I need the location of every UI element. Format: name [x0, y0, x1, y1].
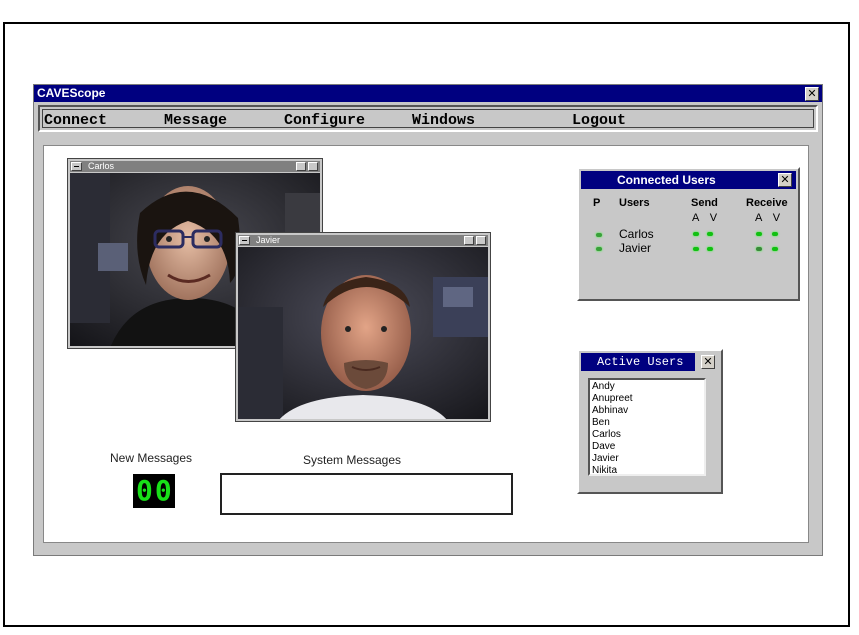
workspace: Carlos Javier Connected Users ✕ P Users … [43, 145, 809, 543]
new-messages-label: New Messages [110, 451, 193, 465]
receive-audio-led[interactable] [756, 232, 762, 236]
list-item[interactable]: Nikita [592, 465, 702, 477]
system-messages-label: System Messages [303, 453, 402, 467]
col-header-send: Send [691, 197, 718, 209]
window-titlebar[interactable]: CAVEScope [34, 85, 822, 102]
maximize-button[interactable] [476, 236, 486, 245]
maximize-button[interactable] [308, 162, 318, 171]
menu-configure[interactable]: Configure [284, 112, 365, 129]
person-image [238, 247, 488, 419]
minimize-button[interactable] [464, 236, 474, 245]
window-close-button[interactable]: ✕ [805, 87, 819, 101]
menu-logout[interactable]: Logout [572, 112, 626, 129]
receive-av-subheader: A V [755, 212, 785, 224]
connected-user-name: Javier [619, 241, 652, 255]
cavescope-window: CAVEScope ✕ Connect Message Configure Wi… [33, 84, 823, 556]
active-users-titlebar[interactable]: Active Users [581, 353, 695, 371]
menu-message[interactable]: Message [164, 112, 227, 129]
window-title: CAVEScope [37, 86, 106, 100]
connected-users-panel: Connected Users ✕ P Users Send Receive A… [577, 167, 800, 301]
connected-users-titlebar[interactable]: Connected Users [581, 171, 796, 189]
menu-bar: Connect Message Configure Windows Logout [38, 105, 818, 132]
list-item[interactable]: Andy [592, 381, 702, 393]
video-titlebar[interactable]: Carlos [70, 161, 320, 172]
connected-users-title: Connected Users [617, 173, 716, 187]
active-users-close-button[interactable]: ✕ [701, 355, 715, 369]
col-header-p: P [593, 197, 601, 209]
close-icon: ✕ [780, 173, 790, 186]
send-video-led[interactable] [707, 232, 713, 236]
video-title: Carlos [88, 161, 115, 171]
new-messages-count: 00 [136, 474, 174, 507]
send-video-led[interactable] [707, 247, 713, 251]
list-item[interactable]: Anupreet [592, 393, 702, 405]
minimize-button[interactable] [296, 162, 306, 171]
new-messages-counter[interactable]: 00 [133, 474, 175, 508]
video-title: Javier [256, 235, 281, 245]
list-item[interactable]: Dave [592, 441, 702, 453]
list-item[interactable]: Carlos [592, 429, 702, 441]
list-item[interactable]: Ben [592, 417, 702, 429]
send-av-subheader: A V [692, 212, 722, 224]
system-messages-box[interactable] [220, 473, 513, 515]
system-menu-button[interactable] [239, 236, 250, 245]
system-menu-button[interactable] [71, 162, 82, 171]
close-icon: ✕ [807, 87, 817, 100]
presence-led [596, 247, 602, 251]
video-window-javier[interactable]: Javier [235, 232, 491, 422]
receive-audio-led[interactable] [756, 247, 762, 251]
connected-user-name: Carlos [619, 227, 654, 241]
video-feed-javier [238, 247, 488, 419]
col-header-users: Users [619, 197, 650, 209]
active-users-list[interactable]: Andy Anupreet Abhinav Ben Carlos Dave Ja… [588, 378, 706, 476]
menu-windows[interactable]: Windows [412, 112, 475, 129]
send-audio-led[interactable] [693, 247, 699, 251]
receive-video-led[interactable] [772, 232, 778, 236]
active-users-title: Active Users [597, 355, 684, 369]
col-header-receive: Receive [746, 197, 788, 209]
receive-video-led[interactable] [772, 247, 778, 251]
presence-led [596, 233, 602, 237]
list-item[interactable]: Abhinav [592, 405, 702, 417]
close-icon: ✕ [703, 355, 713, 368]
send-audio-led[interactable] [693, 232, 699, 236]
video-titlebar[interactable]: Javier [238, 235, 488, 246]
list-item[interactable]: Javier [592, 453, 702, 465]
active-users-panel: Active Users ✕ Andy Anupreet Abhinav Ben… [577, 349, 723, 494]
menu-connect[interactable]: Connect [44, 112, 107, 129]
connected-users-close-button[interactable]: ✕ [778, 173, 792, 187]
